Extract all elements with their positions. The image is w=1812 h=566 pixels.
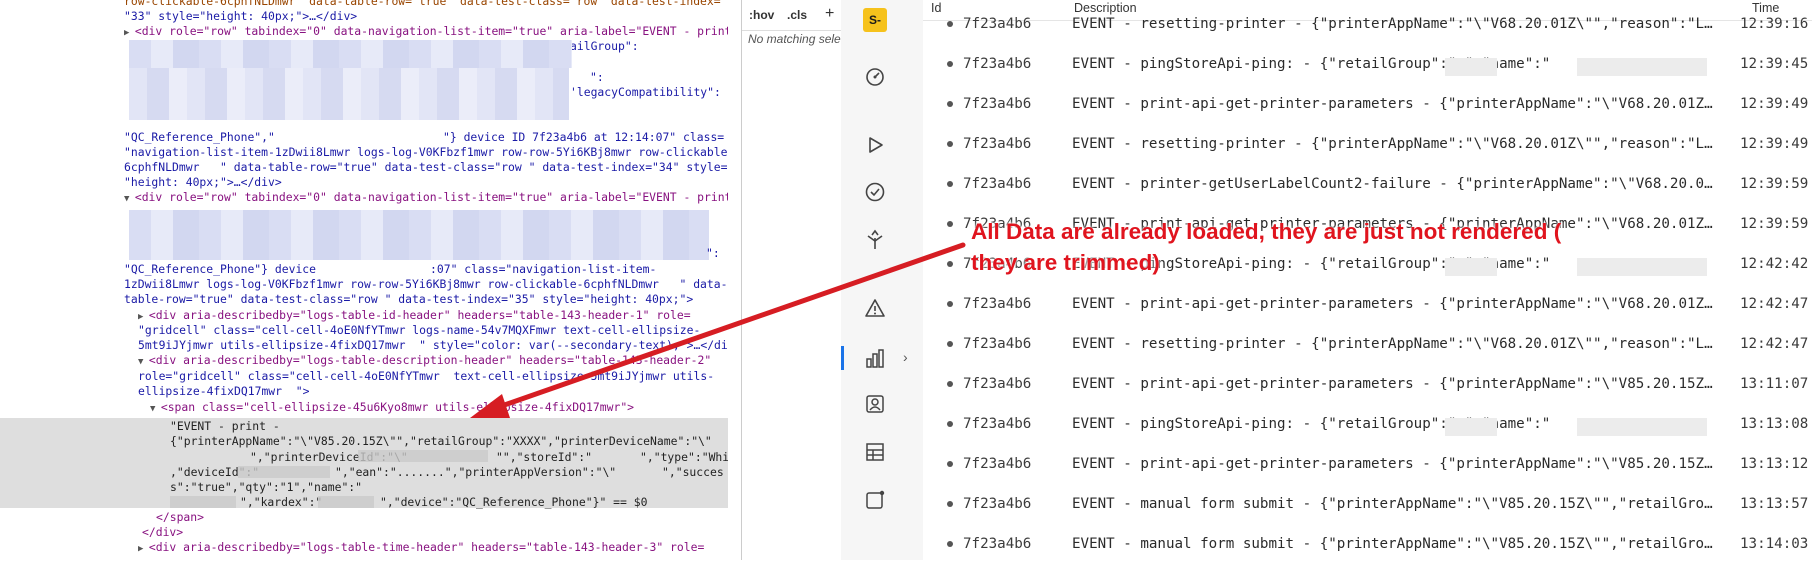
redacted-block — [1577, 58, 1707, 76]
redacted-block — [1577, 258, 1707, 276]
arrow-head — [470, 394, 510, 418]
redacted-block — [1445, 258, 1497, 276]
redacted-block — [1577, 418, 1707, 436]
annotation-line-1: All Data are already loaded, they are ju… — [971, 219, 1562, 244]
annotation-arrow — [470, 242, 966, 418]
redacted-block — [1445, 418, 1497, 436]
arrow-shaft — [487, 242, 966, 413]
redacted-block — [1445, 58, 1497, 76]
